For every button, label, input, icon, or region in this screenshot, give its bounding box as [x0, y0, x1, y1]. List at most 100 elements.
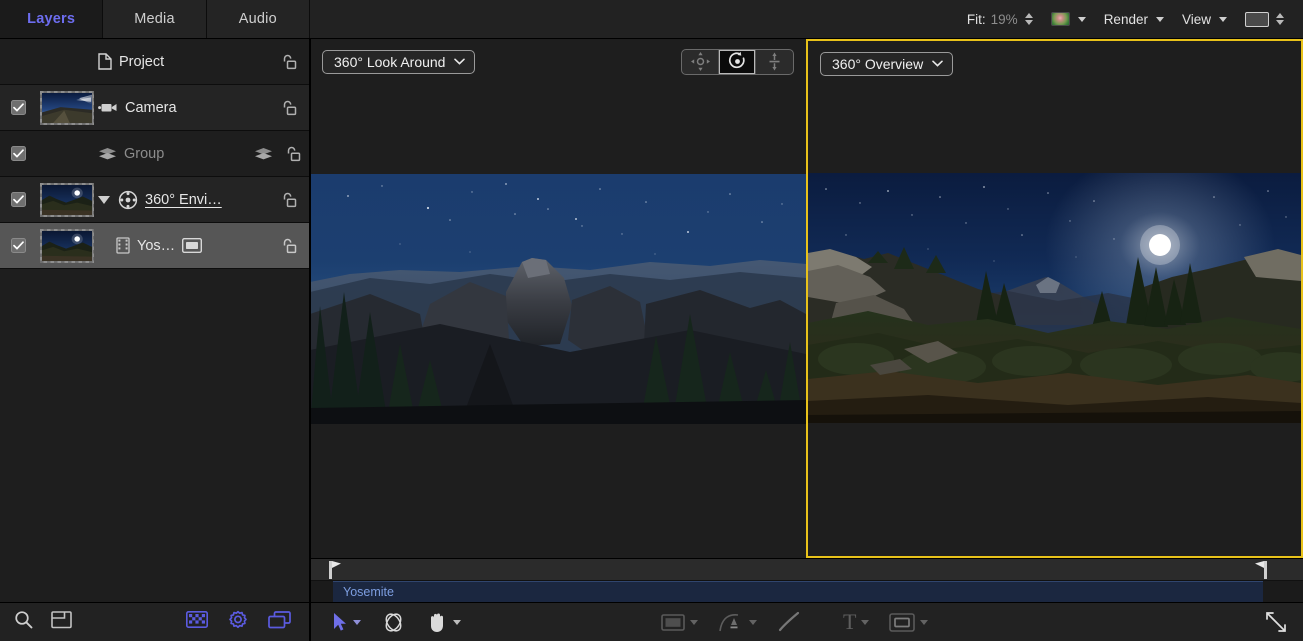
layer-name-cell: Yos…: [98, 223, 267, 268]
resize-diagonal-icon: [1265, 611, 1287, 633]
text-tool-icon: T: [843, 611, 856, 633]
search-icon[interactable]: [14, 610, 33, 634]
fit-zoom-control[interactable]: Fit: 19%: [958, 0, 1042, 38]
tab-audio[interactable]: Audio: [207, 0, 310, 38]
3d-transform-icon: [381, 611, 406, 634]
viewer-layout-stepper[interactable]: [1276, 13, 1284, 25]
resize-handle-group[interactable]: [1265, 611, 1303, 633]
document-icon: [98, 53, 112, 70]
tab-layers-label: Layers: [27, 11, 75, 27]
viewer-right[interactable]: 360° Overview: [806, 39, 1303, 558]
thumbnail-cell: [36, 183, 98, 217]
viewer-layout-control[interactable]: [1236, 0, 1293, 38]
chevron-down-icon[interactable]: [920, 620, 928, 625]
layers-stack-icon[interactable]: [268, 611, 291, 634]
tab-media[interactable]: Media: [103, 0, 206, 38]
background-swatch-icon: [1245, 12, 1269, 27]
disclosure-triangle-icon[interactable]: [98, 196, 110, 204]
shape-tool-group[interactable]: [661, 614, 698, 631]
transform-3d-tool[interactable]: [381, 611, 406, 634]
layer-thumbnail: [40, 229, 94, 263]
vertical-arrows-icon: [764, 51, 785, 72]
camera-thumbnail-image: [42, 93, 92, 123]
viewer-top-toolbar: Fit: 19% Render View: [310, 0, 1303, 39]
timeline[interactable]: Yosemite: [310, 558, 1303, 602]
enable-checkbox-cell: [0, 192, 36, 207]
chevron-down-icon[interactable]: [353, 620, 361, 625]
view-navigation-segmented-control[interactable]: [681, 49, 794, 75]
layer-name-label: Camera: [125, 100, 177, 116]
lock-open-icon: [280, 54, 297, 70]
layer-row-group[interactable]: Group: [0, 131, 309, 177]
layer-name-cell: Group: [98, 131, 251, 176]
lock-cell[interactable]: [267, 192, 309, 208]
enable-checkbox-cell: [0, 100, 36, 115]
layer-enable-checkbox[interactable]: [11, 192, 26, 207]
chevron-down-icon: [454, 58, 465, 65]
fit-stepper[interactable]: [1025, 13, 1033, 25]
lock-cell[interactable]: [267, 54, 309, 70]
group-badge-icon: [254, 147, 273, 161]
camera-icon: [98, 101, 118, 114]
text-tool-group[interactable]: T: [843, 611, 869, 633]
viewer-right-header: 360° Overview: [808, 51, 1301, 76]
layer-row-camera[interactable]: Camera: [0, 85, 309, 131]
gear-icon[interactable]: [228, 610, 248, 635]
new-group-icon[interactable]: [51, 610, 72, 634]
transparency-checkerboard-icon[interactable]: [186, 611, 208, 633]
chevron-down-icon[interactable]: [861, 620, 869, 625]
lock-cell[interactable]: [275, 146, 309, 162]
film-strip-icon: [116, 237, 130, 254]
image-badge-icon: [182, 238, 202, 253]
layers-list: Project: [0, 39, 310, 602]
timeline-ruler[interactable]: [310, 559, 1303, 581]
render-menu[interactable]: Render: [1095, 0, 1173, 38]
render-label: Render: [1104, 12, 1148, 27]
layer-row-yosemite[interactable]: Yos…: [0, 223, 309, 269]
lock-open-icon: [280, 238, 297, 254]
mask-tool-group[interactable]: [889, 613, 928, 632]
bezier-tool-group[interactable]: [718, 611, 757, 634]
timeline-clip-yosemite[interactable]: Yosemite: [333, 581, 1263, 603]
viewer-right-camera-menu[interactable]: 360° Overview: [820, 52, 953, 76]
arrow-select-icon: [332, 612, 348, 632]
color-channels-menu[interactable]: [1042, 0, 1095, 38]
timeline-track[interactable]: Yosemite: [310, 581, 1303, 603]
layer-thumbnail: [40, 91, 94, 125]
view-menu[interactable]: View: [1173, 0, 1236, 38]
paint-tool-group[interactable]: [777, 611, 801, 633]
view-label: View: [1182, 12, 1211, 27]
enable-checkbox-cell: [0, 146, 36, 161]
tab-layers[interactable]: Layers: [0, 0, 103, 38]
timeline-clip-label: Yosemite: [343, 585, 394, 599]
lock-open-icon: [280, 100, 297, 116]
layer-enable-checkbox[interactable]: [11, 100, 26, 115]
layer-enable-checkbox[interactable]: [11, 146, 26, 161]
tilt-tool-segment[interactable]: [756, 50, 793, 74]
chevron-down-icon[interactable]: [453, 620, 461, 625]
viewer-left[interactable]: 360° Look Around: [310, 39, 806, 558]
pan-arrows-icon: [690, 51, 711, 72]
layer-row-project[interactable]: Project: [0, 39, 309, 85]
chevron-down-icon: [1078, 17, 1086, 22]
orbit-tool-segment[interactable]: [719, 50, 756, 74]
chevron-down-icon[interactable]: [749, 620, 757, 625]
lock-cell[interactable]: [267, 100, 309, 116]
layer-thumbnail: [40, 183, 94, 217]
layer-enable-checkbox[interactable]: [11, 238, 26, 253]
paint-stroke-icon: [777, 611, 801, 633]
thumbnail-cell: [36, 229, 98, 263]
chevron-down-icon: [1156, 17, 1164, 22]
select-tool-group[interactable]: [332, 612, 361, 632]
viewer-left-header: 360° Look Around: [310, 49, 806, 74]
pan-tool-segment[interactable]: [682, 50, 719, 74]
panel-divider: [310, 39, 311, 641]
pan-tool-group[interactable]: [426, 611, 461, 633]
layer-name-label[interactable]: 360° Envi…: [145, 192, 222, 208]
lock-cell[interactable]: [267, 238, 309, 254]
chevron-down-icon[interactable]: [690, 620, 698, 625]
tab-audio-label: Audio: [239, 11, 277, 27]
layer-row-360-environment[interactable]: 360° Envi…: [0, 177, 309, 223]
group-icon: [98, 147, 117, 161]
viewer-left-camera-menu[interactable]: 360° Look Around: [322, 50, 475, 74]
